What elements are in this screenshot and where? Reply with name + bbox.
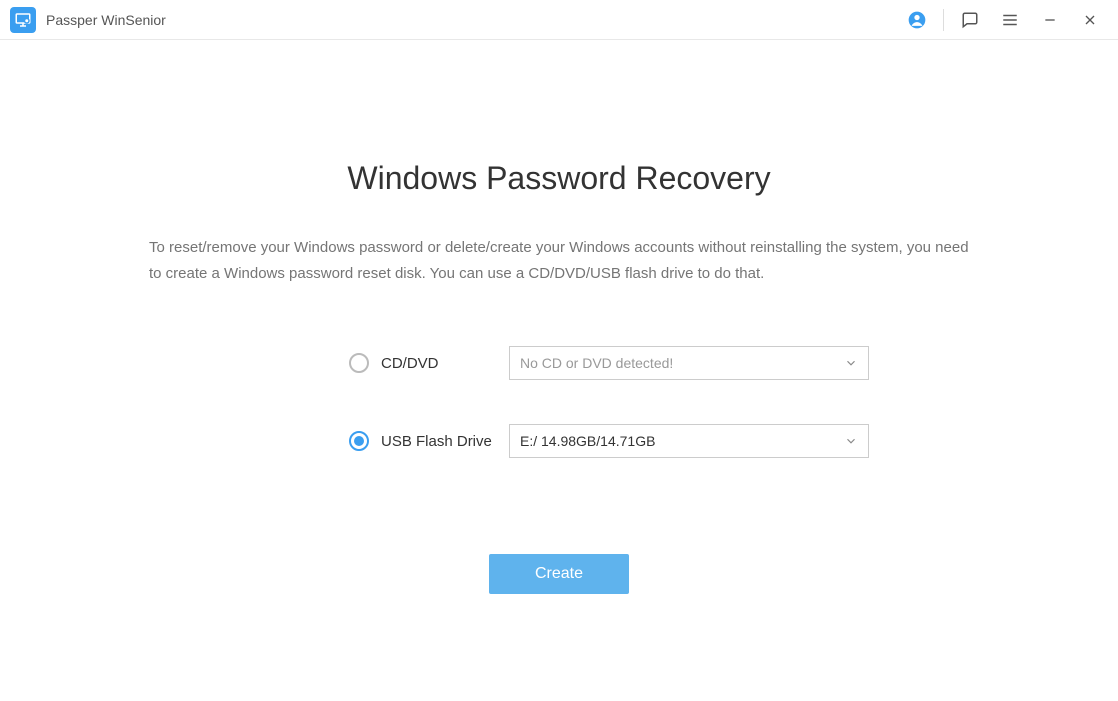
option-cddvd: CD/DVD No CD or DVD detected! (349, 346, 869, 380)
app-title: Passper WinSenior (46, 12, 166, 28)
minimize-icon (1042, 12, 1058, 28)
feedback-button[interactable] (950, 0, 990, 40)
radio-label-usb: USB Flash Drive (381, 433, 509, 450)
user-account-button[interactable] (897, 0, 937, 40)
radio-usb[interactable] (349, 431, 369, 451)
dropdown-text-cddvd: No CD or DVD detected! (520, 355, 673, 371)
close-icon (1082, 12, 1098, 28)
media-options: CD/DVD No CD or DVD detected! USB Flash … (349, 346, 869, 458)
radio-label-cddvd: CD/DVD (381, 355, 509, 372)
chevron-down-icon (844, 434, 858, 448)
main-content: Windows Password Recovery To reset/remov… (0, 40, 1118, 594)
chat-icon (961, 11, 979, 29)
chevron-down-icon (844, 356, 858, 370)
page-title: Windows Password Recovery (347, 160, 770, 197)
user-icon (907, 10, 927, 30)
titlebar: Passper WinSenior (0, 0, 1118, 40)
dropdown-text-usb: E:/ 14.98GB/14.71GB (520, 433, 655, 449)
create-button[interactable]: Create (489, 554, 629, 594)
dropdown-usb[interactable]: E:/ 14.98GB/14.71GB (509, 424, 869, 458)
radio-cddvd[interactable] (349, 353, 369, 373)
hamburger-icon (1001, 11, 1019, 29)
menu-button[interactable] (990, 0, 1030, 40)
option-usb: USB Flash Drive E:/ 14.98GB/14.71GB (349, 424, 869, 458)
close-button[interactable] (1070, 0, 1110, 40)
dropdown-cddvd[interactable]: No CD or DVD detected! (509, 346, 869, 380)
separator (943, 9, 944, 31)
minimize-button[interactable] (1030, 0, 1070, 40)
app-icon (10, 7, 36, 33)
page-description: To reset/remove your Windows password or… (149, 235, 969, 286)
